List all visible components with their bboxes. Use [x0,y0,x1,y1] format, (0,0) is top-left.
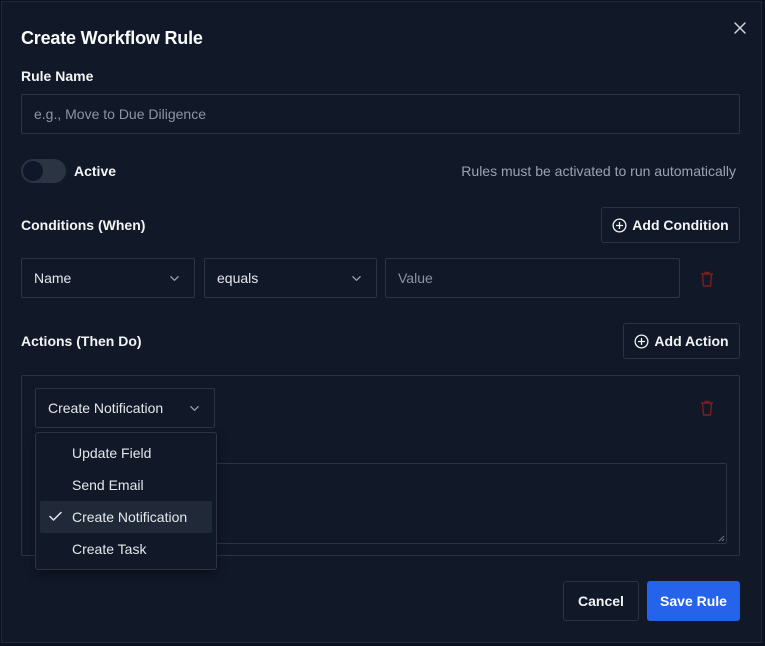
conditions-label: Conditions (When) [21,217,146,233]
option-label: Create Notification [72,509,188,525]
active-toggle[interactable] [21,159,66,183]
action-type-value: Create Notification [48,400,164,416]
action-type-dropdown: Update Field Send Email Create Notificat… [35,432,217,570]
condition-field-select[interactable]: Name [21,258,195,298]
add-action-label: Add Action [654,333,729,349]
toggle-knob [23,161,43,181]
close-icon [734,22,746,34]
dropdown-option-create-task[interactable]: Create Task [40,533,212,565]
rule-name-input[interactable] [21,94,740,134]
cancel-button[interactable]: Cancel [563,581,639,621]
plus-circle-icon [612,217,627,233]
action-type-select[interactable]: Create Notification [35,388,215,428]
chevron-down-icon [352,276,361,281]
add-condition-label: Add Condition [632,217,729,233]
trash-icon[interactable] [699,399,715,417]
resize-handle-icon[interactable] [717,534,725,542]
condition-field-value: Name [34,270,72,286]
dialog-title: Create Workflow Rule [21,28,203,48]
trash-icon[interactable] [699,270,715,288]
dropdown-option-send-email[interactable]: Send Email [40,469,212,501]
dropdown-option-update-field[interactable]: Update Field [40,437,212,469]
option-label: Send Email [72,477,144,493]
active-hint: Rules must be activated to run automatic… [461,163,736,179]
chevron-down-icon [190,406,199,411]
create-workflow-rule-dialog: Create Workflow Rule Rule Name Active Ru… [1,1,762,643]
actions-label: Actions (Then Do) [21,333,142,349]
close-button[interactable] [731,19,749,37]
option-label: Update Field [72,445,152,461]
condition-operator-value: equals [217,270,259,286]
add-action-button[interactable]: Add Action [623,323,740,359]
add-condition-button[interactable]: Add Condition [601,207,740,243]
save-rule-button[interactable]: Save Rule [647,581,740,621]
active-label: Active [74,163,117,179]
notification-message-textarea[interactable] [194,463,727,544]
option-label: Create Task [72,541,147,557]
chevron-down-icon [170,276,179,281]
dropdown-option-create-notification[interactable]: Create Notification [40,501,212,533]
plus-circle-icon [634,333,649,349]
check-icon [49,511,62,521]
condition-value-input[interactable] [385,258,680,298]
rule-name-label: Rule Name [21,68,94,84]
condition-operator-select[interactable]: equals [204,258,377,298]
